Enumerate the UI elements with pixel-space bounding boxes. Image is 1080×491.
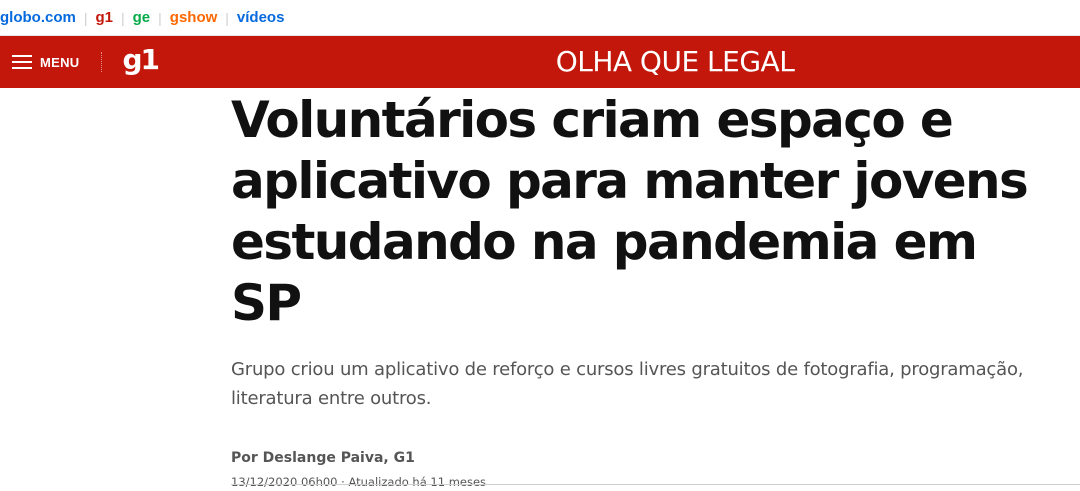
divider [231, 484, 1080, 485]
article-byline: Por Deslange Paiva, G1 [231, 450, 415, 466]
g1-link[interactable]: g1 [95, 9, 113, 26]
g1-logo[interactable]: g1 [122, 46, 160, 74]
menu-button[interactable]: MENU [12, 55, 79, 70]
article-subtitle: Grupo criou um aplicativo de reforço e c… [231, 359, 1024, 409]
site-header: OLHA QUE LEGAL MENU g1 [0, 36, 1080, 88]
article-dateline: 13/12/2020 06h00 · Atualizado há 11 mese… [231, 475, 487, 489]
globo-network-bar: globo.com | g1 | ge | gshow | vídeos [0, 0, 1080, 36]
ge-link[interactable]: ge [133, 9, 151, 26]
separator: | [83, 9, 88, 26]
gshow-link[interactable]: gshow [170, 9, 218, 26]
menu-label: MENU [40, 54, 80, 70]
hamburger-icon [12, 55, 32, 69]
separator: | [158, 9, 162, 26]
header-divider [101, 52, 103, 72]
article-header: Voluntários criam espaço e aplicativo pa… [231, 88, 1051, 489]
article-headline: Voluntários criam espaço e aplicativo pa… [231, 91, 1029, 332]
separator: | [225, 9, 229, 26]
separator: | [120, 9, 125, 26]
globo-com-link[interactable]: globo.com [0, 9, 76, 26]
section-title: OLHA QUE LEGAL [555, 45, 795, 78]
videos-link[interactable]: vídeos [237, 9, 285, 26]
